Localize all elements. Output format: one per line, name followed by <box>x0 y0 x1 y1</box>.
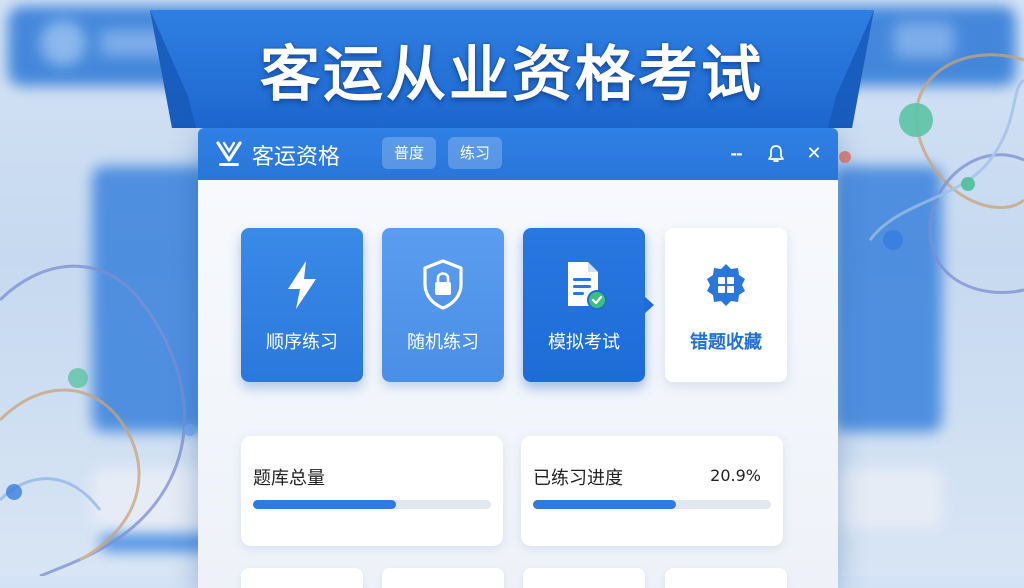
background-card-right <box>834 166 942 432</box>
shield-lock-icon <box>423 259 463 310</box>
banner-title: 客运从业资格考试 <box>260 40 764 110</box>
bottom-card <box>241 568 363 588</box>
practice-progress-card: 已练习进度 20.9% <box>521 436 783 546</box>
tile-label: 错题收藏 <box>690 332 762 353</box>
bottom-card <box>665 568 787 588</box>
progress-fill <box>533 500 676 509</box>
wrong-questions-tile[interactable]: 错题收藏 <box>665 228 787 382</box>
minimize-button[interactable]: -- <box>724 142 748 166</box>
tile-label: 顺序练习 <box>266 332 338 353</box>
tile-label: 随机练习 <box>407 332 479 353</box>
selected-tile-pointer <box>644 296 654 314</box>
lightning-icon <box>288 261 316 309</box>
sequential-practice-tile[interactable]: 顺序练习 <box>241 228 363 382</box>
progress-track <box>253 500 491 509</box>
tile-label: 模拟考试 <box>548 332 620 353</box>
window-content: 顺序练习 随机练习 模拟考试 错题收藏 题库总量 已练习进度 20.9% <box>198 180 838 588</box>
stat-title: 已练习进度 <box>533 468 623 489</box>
stat-value: 20.9% <box>710 466 761 485</box>
bottom-card <box>523 568 645 588</box>
bottom-card <box>382 568 504 588</box>
bell-button[interactable] <box>764 142 788 166</box>
background-card-right-lower <box>834 468 942 528</box>
document-check-icon <box>568 262 607 310</box>
app-title: 客运资格 <box>252 145 341 170</box>
close-button[interactable]: ✕ <box>802 142 826 166</box>
stat-title: 题库总量 <box>253 468 325 489</box>
window-titlebar: 客运资格 普度 练习 -- ✕ <box>198 128 838 180</box>
progress-fill <box>253 500 396 509</box>
question-bank-card: 题库总量 <box>241 436 503 546</box>
tab-1[interactable]: 普度 <box>382 137 437 169</box>
progress-track <box>533 500 771 509</box>
random-practice-tile[interactable]: 随机练习 <box>382 228 504 382</box>
bell-icon <box>768 145 784 162</box>
app-logo-icon <box>216 141 242 166</box>
tab-2[interactable]: 练习 <box>448 137 503 169</box>
app-window: 客运资格 普度 练习 -- ✕ 顺序练习 随机练习 模拟考试 错题收藏 题库总量… <box>198 128 838 588</box>
mock-exam-tile[interactable]: 模拟考试 <box>523 228 645 382</box>
grid-badge-icon <box>707 264 745 306</box>
